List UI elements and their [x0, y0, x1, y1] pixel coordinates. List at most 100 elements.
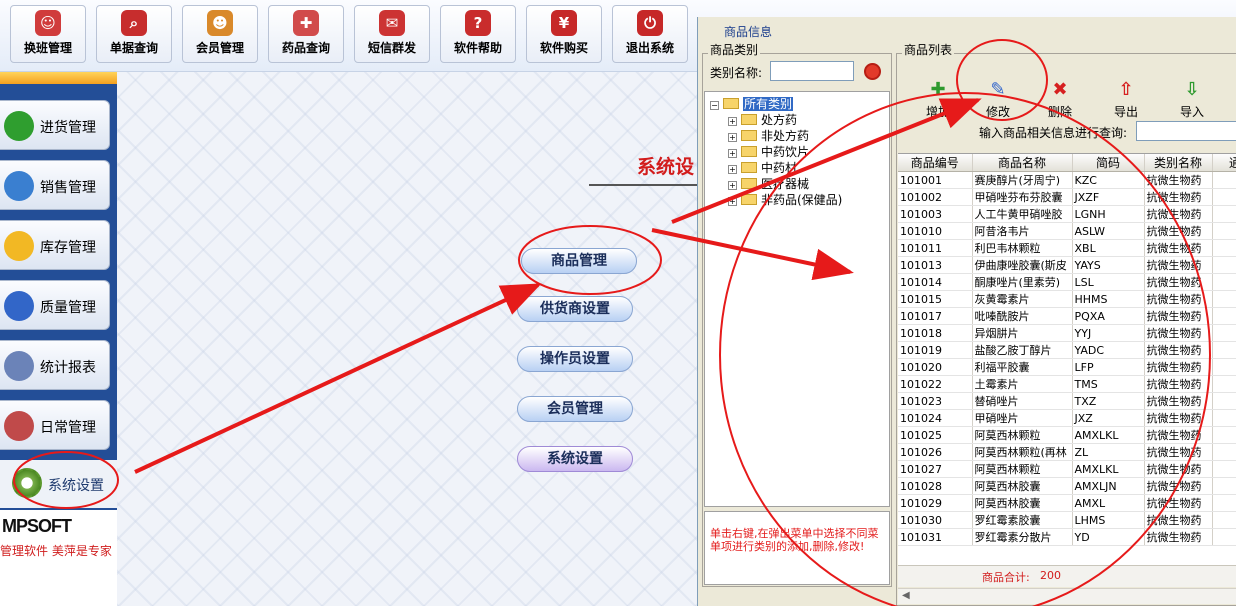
table-row[interactable]: 101003 人工牛黄甲硝唑胶 LGNH 抗微生物药 — [898, 205, 1236, 223]
sidebar-item-2[interactable]: 库存管理 — [0, 220, 110, 270]
toolbar-button-1[interactable]: ⌕ 单据查询 — [96, 5, 172, 63]
action-button-1[interactable]: ✎ 修改 — [968, 75, 1028, 123]
sidebar-item-label: 日常管理 — [40, 420, 96, 436]
member-management-button[interactable]: 会员管理 — [517, 396, 633, 422]
toolbar-button-3[interactable]: ✚ 药品查询 — [268, 5, 344, 63]
sidebar-item-label: 质量管理 — [40, 300, 96, 316]
toolbar-button-0[interactable]: ☺ 换班管理 — [10, 5, 86, 63]
action-button-0[interactable]: ✚ 增加 — [908, 75, 968, 123]
sidebar-item-4[interactable]: 统计报表 — [0, 340, 110, 390]
table-row[interactable]: 101010 阿昔洛韦片 ASLW 抗微生物药 — [898, 222, 1236, 240]
magnifier-icon: ⌕ — [121, 10, 147, 36]
table-row[interactable]: 101011 利巴韦林颗粒 XBL 抗微生物药 — [898, 239, 1236, 257]
category-name-input[interactable] — [770, 61, 854, 81]
toolbar-button-label: 换班管理 — [23, 41, 72, 55]
tree-node-3[interactable]: + 中药材 — [728, 159, 797, 176]
table-row[interactable]: 101013 伊曲康唑胶囊(斯皮 YAYS 抗微生物药 — [898, 256, 1236, 274]
tree-node-5[interactable]: + 非药品(保健品) — [728, 191, 842, 208]
collapse-icon[interactable]: − — [710, 101, 719, 110]
cell-name: 灰黄霉素片 — [972, 290, 1073, 308]
tree-node-0[interactable]: + 处方药 — [728, 111, 797, 128]
operator-settings-button[interactable]: 操作员设置 — [517, 346, 633, 372]
tree-node-1[interactable]: + 非处方药 — [728, 127, 809, 144]
cell-category: 抗微生物药 — [1144, 188, 1213, 206]
cell-category: 抗微生物药 — [1144, 256, 1213, 274]
table-row[interactable]: 101026 阿莫西林颗粒(再林 ZL 抗微生物药 — [898, 443, 1236, 461]
col-header-name[interactable]: 商品名称 — [972, 154, 1073, 172]
search-icon[interactable] — [864, 63, 881, 80]
supplier-settings-button[interactable]: 供货商设置 — [517, 296, 633, 322]
toolbar-button-label: 单据查询 — [109, 41, 158, 55]
cell-code: 101013 — [898, 256, 973, 274]
tree-node-2[interactable]: + 中药饮片 — [728, 143, 809, 160]
cell-code: 101020 — [898, 358, 973, 376]
tree-node-label: 中药材 — [761, 161, 798, 175]
sidebar-item-system-settings[interactable]: 系统设置 — [0, 460, 117, 508]
horizontal-scrollbar[interactable]: ◀ — [898, 588, 1236, 604]
table-row[interactable]: 101031 罗红霉素分散片 YD 抗微生物药 — [898, 528, 1236, 546]
action-button-4[interactable]: ⇩ 导入 — [1162, 75, 1222, 123]
col-header-short[interactable]: 简码 — [1072, 154, 1145, 172]
tree-root[interactable]: − 所有类别 — [710, 95, 794, 112]
table-row[interactable]: 101024 甲硝唑片 JXZ 抗微生物药 — [898, 409, 1236, 427]
expand-icon[interactable]: + — [728, 165, 737, 174]
delete-icon: ✖ — [1052, 79, 1068, 100]
table-row[interactable]: 101022 土霉素片 TMS 抗微生物药 — [898, 375, 1236, 393]
toolbar-button-5[interactable]: ? 软件帮助 — [440, 5, 516, 63]
table-row[interactable]: 101027 阿莫西林颗粒 AMXLKL 抗微生物药 — [898, 460, 1236, 478]
cell-short: PQXA — [1072, 307, 1145, 325]
expand-icon[interactable]: + — [728, 133, 737, 142]
table-row[interactable]: 101014 酮康唑片(里素劳) LSL 抗微生物药 — [898, 273, 1236, 291]
sidebar-top-bar — [0, 72, 117, 84]
sidebar-item-1[interactable]: 销售管理 — [0, 160, 110, 210]
col-header-category[interactable]: 类别名称 — [1144, 154, 1213, 172]
table-row[interactable]: 101002 甲硝唑芬布芬胶囊 JXZF 抗微生物药 — [898, 188, 1236, 206]
action-button-3[interactable]: ⇧ 导出 — [1096, 75, 1156, 123]
edit-icon: ✎ — [990, 79, 1006, 100]
sidebar-item-0[interactable]: 进货管理 — [0, 100, 110, 150]
expand-icon[interactable]: + — [728, 117, 737, 126]
scroll-left-arrow-icon[interactable]: ◀ — [902, 590, 910, 601]
table-row[interactable]: 101001 赛庚醇片(牙周宁) KZC 抗微生物药 — [898, 171, 1236, 189]
cell-category: 抗微生物药 — [1144, 222, 1213, 240]
cell-name: 异烟肼片 — [972, 324, 1073, 342]
tree-node-label: 非药品(保健品) — [761, 193, 843, 207]
title-underline — [589, 184, 697, 186]
table-row[interactable]: 101017 吡嗪酰胺片 PQXA 抗微生物药 — [898, 307, 1236, 325]
col-header-code[interactable]: 商品编号 — [898, 154, 973, 172]
cell-extra — [1212, 188, 1236, 206]
expand-icon[interactable]: + — [728, 149, 737, 158]
toolbar-button-7[interactable]: ⏻ 退出系统 — [612, 5, 688, 63]
folder-icon — [741, 146, 757, 157]
sidebar-item-5[interactable]: 日常管理 — [0, 400, 110, 450]
table-row[interactable]: 101019 盐酸乙胺丁醇片 YADC 抗微生物药 — [898, 341, 1236, 359]
table-row[interactable]: 101029 阿莫西林胶囊 AMXL 抗微生物药 — [898, 494, 1236, 512]
toolbar-button-4[interactable]: ✉ 短信群发 — [354, 5, 430, 63]
add-icon: ✚ — [930, 79, 946, 100]
product-search-input[interactable] — [1136, 121, 1236, 141]
cell-category: 抗微生物药 — [1144, 528, 1213, 546]
table-row[interactable]: 101025 阿莫西林颗粒 AMXLKL 抗微生物药 — [898, 426, 1236, 444]
action-button-2[interactable]: ✖ 删除 — [1030, 75, 1090, 123]
expand-icon[interactable]: + — [728, 181, 737, 190]
table-row[interactable]: 101023 替硝唑片 TXZ 抗微生物药 — [898, 392, 1236, 410]
cell-extra — [1212, 341, 1236, 359]
toolbar-button-2[interactable]: ☻ 会员管理 — [182, 5, 258, 63]
table-row[interactable]: 101018 异烟肼片 YYJ 抗微生物药 — [898, 324, 1236, 342]
expand-icon[interactable]: + — [728, 197, 737, 206]
cell-category: 抗微生物药 — [1144, 460, 1213, 478]
tree-node-4[interactable]: + 医疗器械 — [728, 175, 809, 192]
table-row[interactable]: 101028 阿莫西林胶囊 AMXLJN 抗微生物药 — [898, 477, 1236, 495]
product-management-button[interactable]: 商品管理 — [521, 248, 637, 274]
system-settings-button[interactable]: 系统设置 — [517, 446, 633, 472]
cell-short: YADC — [1072, 341, 1145, 359]
toolbar-button-6[interactable]: ¥ 软件购买 — [526, 5, 602, 63]
table-row[interactable]: 101020 利福平胶囊 LFP 抗微生物药 — [898, 358, 1236, 376]
sidebar-item-3[interactable]: 质量管理 — [0, 280, 110, 330]
table-row[interactable]: 101030 罗红霉素胶囊 LHMS 抗微生物药 — [898, 511, 1236, 529]
cell-short: ZL — [1072, 443, 1145, 461]
cell-extra — [1212, 171, 1236, 189]
cell-code: 101010 — [898, 222, 973, 240]
table-row[interactable]: 101015 灰黄霉素片 HHMS 抗微生物药 — [898, 290, 1236, 308]
col-header-extra[interactable]: 通 — [1212, 154, 1236, 172]
